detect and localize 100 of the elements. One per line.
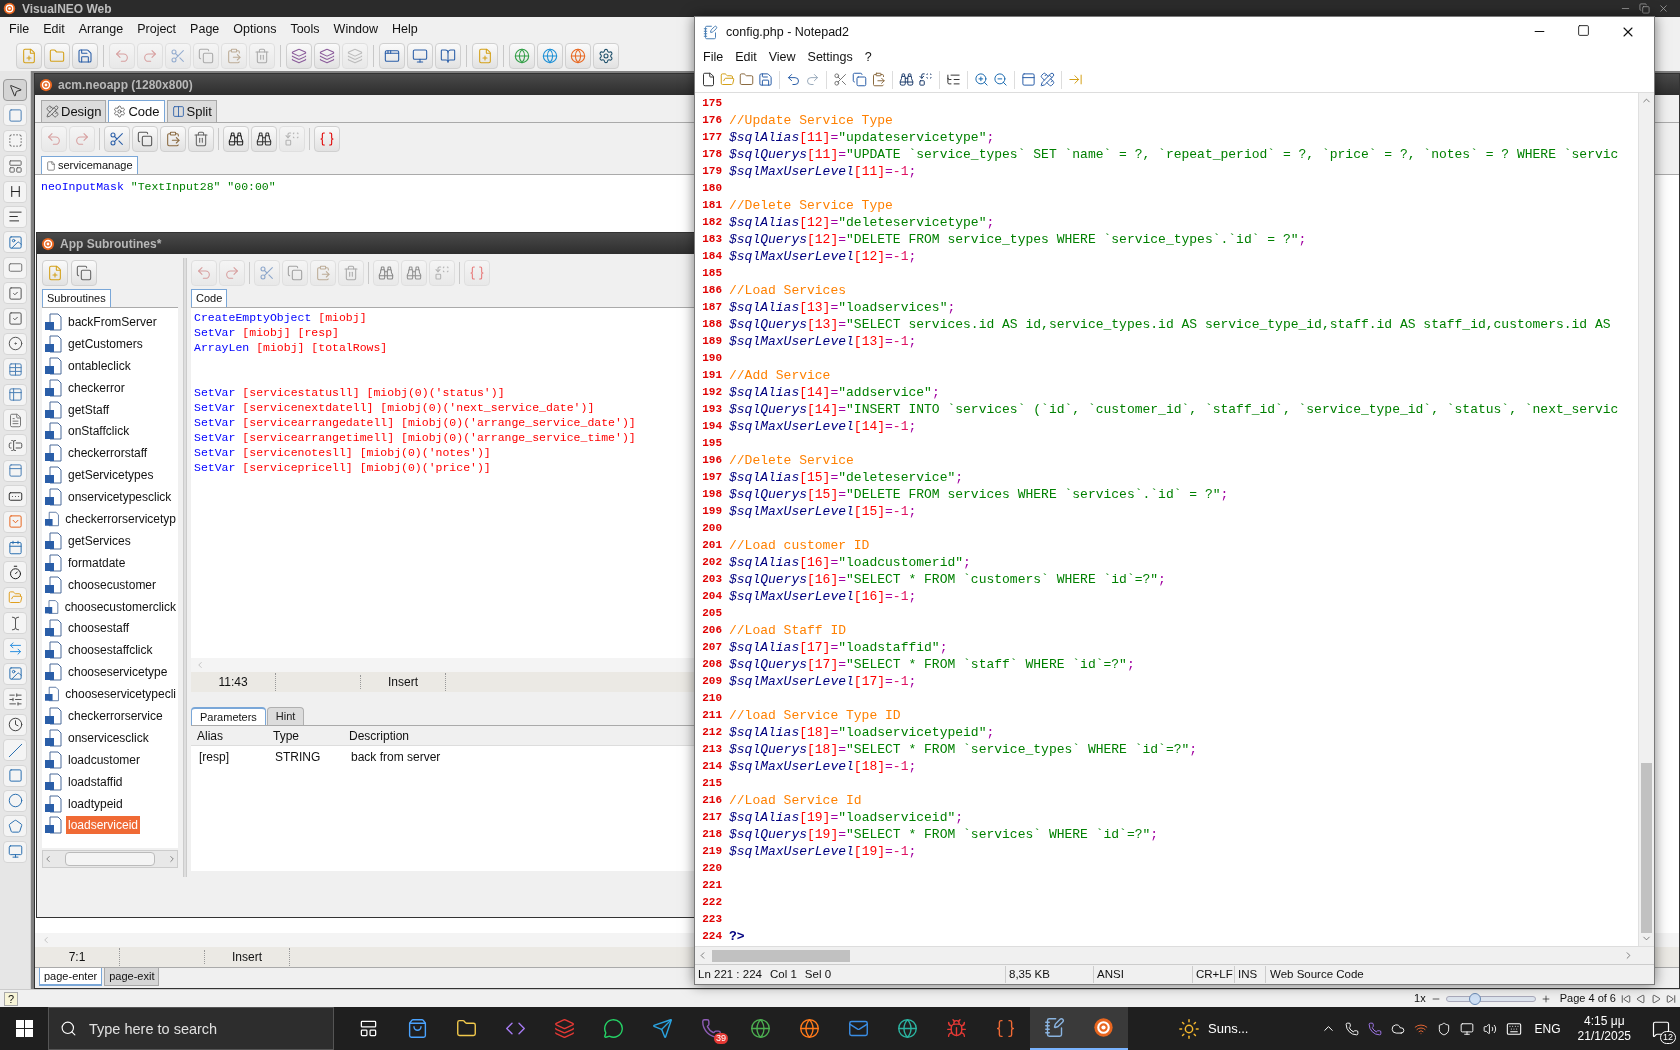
code-comment: //Load customer ID [729, 537, 870, 553]
menu-item[interactable]: Tools [285, 19, 325, 39]
line-number: 196 [701, 453, 723, 469]
line-number: 199 [701, 504, 723, 520]
subroutine-item[interactable]: choosestaff [66, 619, 132, 638]
page-indicator: Page 4 of 6 [1559, 991, 1616, 1007]
code-comment: //Delete Service [729, 452, 854, 468]
subroutine-item[interactable]: getStaff [66, 400, 112, 419]
code-line: $sqlMaxUserLevel[12]=-1; [729, 248, 917, 264]
menu-item[interactable]: File [4, 19, 35, 39]
status-text: CR+LF [1193, 965, 1235, 984]
subroutine-item[interactable]: ontableclick [66, 356, 133, 375]
view-tab[interactable]: Design [41, 100, 107, 122]
subroutine-item[interactable]: formatdate [66, 553, 128, 572]
subroutine-item[interactable]: getCustomers [66, 334, 145, 353]
menu-item[interactable]: Help [387, 19, 423, 39]
subroutine-item[interactable]: checkerrorstaff [66, 444, 150, 463]
menu-item[interactable]: Window [328, 19, 384, 39]
line-number: 179 [701, 164, 723, 180]
line-number: 222 [701, 895, 723, 911]
menu-item[interactable]: Edit [38, 19, 70, 39]
subroutine-item[interactable]: chooseservicetypecli [63, 685, 178, 704]
code-line: $sqlQuerys[17]="SELECT * FROM `staff` WHERE `id`=?"; [729, 656, 1135, 672]
line-number: 203 [701, 572, 723, 588]
code-line: SetVar [servicenotesll] [miobj(0)('notes')] [194, 445, 491, 460]
search-field[interactable]: Type here to search [48, 1007, 334, 1050]
subroutine-item[interactable]: loadtypeid [66, 794, 125, 813]
subroutine-item[interactable]: getServices [66, 531, 133, 550]
line-number: 198 [701, 487, 723, 503]
line-number: 186 [701, 283, 723, 299]
subroutine-item[interactable]: choosestaffclick [66, 641, 155, 660]
line-number: 223 [701, 912, 723, 928]
code-line: $sqlQuerys[15]="DELETE FROM services WHERE `services`.`id` = ?"; [729, 486, 1229, 502]
line-number: 211 [701, 708, 723, 724]
subroutine-item[interactable]: checkerror [66, 378, 127, 397]
language-indicator[interactable]: ENG [1534, 1019, 1561, 1038]
table-cell-text: back from server [350, 749, 442, 766]
code-comment: //load Service Type ID [729, 707, 901, 723]
menu-item[interactable]: Settings [801, 47, 859, 67]
code-comment: //Load Services [729, 282, 847, 298]
subroutine-item[interactable]: choosecustomer [66, 575, 159, 594]
window-title: acm.neoapp (1280x800) [58, 76, 193, 94]
code-line: $sqlAlias[12]="deleteservicetype"; [729, 214, 995, 230]
line-number: 191 [701, 368, 723, 384]
menu-item[interactable]: Project [132, 19, 182, 39]
table-cell-text: STRING [274, 749, 322, 766]
code-line: ArrayLen [miobj] [totalRows] [194, 340, 388, 355]
subroutine-item[interactable]: onservicetypesclick [66, 488, 174, 507]
line-number: 193 [701, 402, 723, 418]
line-number: 218 [701, 827, 723, 843]
column-header: Type [272, 727, 300, 745]
menu-item[interactable]: File [697, 47, 730, 67]
code-line: $sqlAlias[13]="loadservices"; [729, 299, 956, 315]
subroutine-item[interactable]: onStaffclick [66, 422, 132, 441]
column-header: Alias [196, 727, 224, 745]
code-line: SetVar [servicepricell] [miobj(0)('price')] [194, 460, 491, 475]
line-number: 184 [701, 249, 723, 265]
line-number: 201 [701, 538, 723, 554]
subroutine-item[interactable]: onservicesclick [66, 728, 151, 747]
status-text: Web Source Code [1269, 966, 1364, 982]
code-tab[interactable]: Code [191, 289, 228, 307]
insert-mode: Insert [205, 948, 290, 966]
list-tab[interactable]: Subroutines [42, 289, 111, 307]
menu-item[interactable]: Arrange [73, 19, 129, 39]
subroutine-item[interactable]: checkerrorservicetyp [63, 509, 178, 528]
view-tab[interactable]: Split [166, 100, 217, 122]
code-line: $sqlAlias[19]="loadserviceid"; [729, 809, 964, 825]
file-tab[interactable]: servicemanage [41, 156, 138, 174]
code-line: $sqlMaxUserLevel[18]=-1; [729, 758, 917, 774]
menu-item[interactable]: View [762, 47, 802, 67]
subroutine-item[interactable]: checkerrorservice [66, 706, 165, 725]
notification-badge: 39 [714, 1033, 728, 1044]
panel-tab[interactable]: Parameters [191, 707, 266, 725]
line-number: 214 [701, 759, 723, 775]
status-text: INS [1235, 965, 1266, 984]
code-line: $sqlQuerys[13]="SELECT services.id AS id,service_types.id AS service_type_id,staff.id AS staff_id,customers.id AS [729, 316, 1611, 332]
code-line: $sqlMaxUserLevel[13]=-1; [729, 333, 917, 349]
view-tab[interactable]: Code [108, 100, 165, 122]
line-number: 197 [701, 470, 723, 486]
subroutine-item[interactable]: chooseservicetype [66, 663, 170, 682]
event-tab[interactable]: page-exit [104, 968, 160, 986]
subroutine-item[interactable]: getServicetypes [66, 466, 156, 485]
menu-item[interactable]: Edit [729, 47, 763, 67]
line-number: 200 [701, 521, 723, 537]
subroutine-item[interactable]: backFromServer [66, 312, 159, 331]
subroutine-item[interactable]: loadstaffid [66, 772, 125, 791]
line-number: 175 [701, 96, 723, 112]
line-number: 210 [701, 691, 723, 707]
menu-item[interactable]: ? [858, 47, 878, 67]
taskbar-button[interactable]: 39 [687, 1007, 736, 1050]
subroutine-item[interactable]: loadcustomer [66, 750, 143, 769]
subroutine-item[interactable]: choosecustomerclick [62, 597, 178, 616]
line-number: 205 [701, 606, 723, 622]
line-number: 224 [701, 929, 723, 945]
weather-widget[interactable]: Suns... [1178, 1017, 1249, 1040]
event-tab[interactable]: page-enter [39, 968, 103, 986]
panel-tab[interactable]: Hint [266, 707, 305, 725]
clock[interactable]: 4:15 μμ 21/1/2025 [1577, 1013, 1631, 1044]
menu-item[interactable]: Page [185, 19, 225, 39]
menu-item[interactable]: Options [228, 19, 282, 39]
